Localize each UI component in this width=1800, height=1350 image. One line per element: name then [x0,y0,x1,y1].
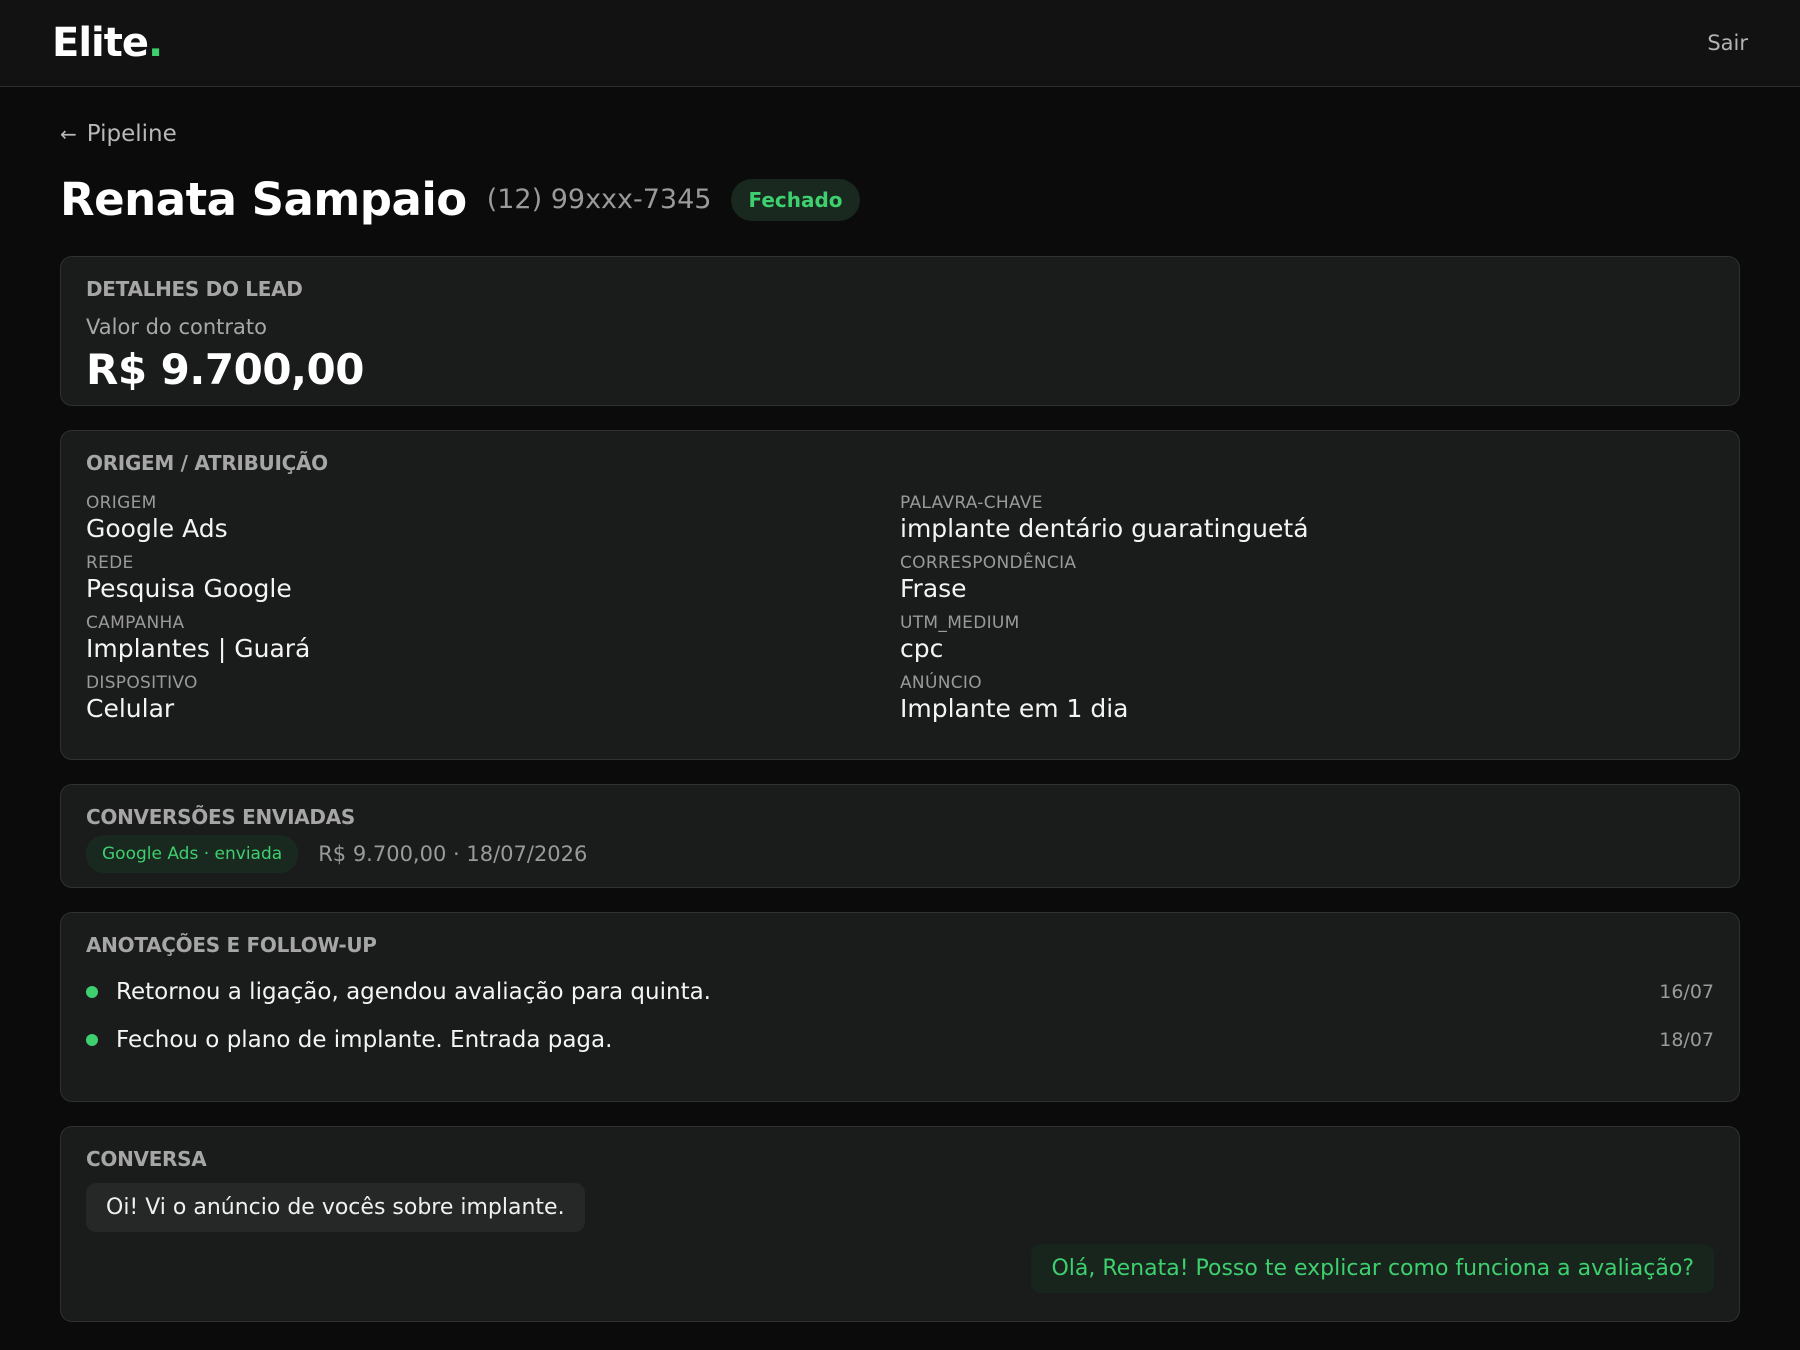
field-value: Pesquisa Google [86,574,292,603]
main-content: ← Pipeline Renata Sampaio (12) 99xxx-734… [0,87,1800,1322]
field-label: REDE [86,553,134,573]
contract-value: R$ 9.700,00 [86,345,364,394]
field-palavra-chave: PALAVRA-CHAVE implante dentário guaratin… [900,493,1714,543]
note-text: Fechou o plano de implante. Entrada paga… [116,1027,613,1053]
field-value: Google Ads [86,514,228,543]
field-rede: REDE Pesquisa Google [86,553,900,603]
field-label: PALAVRA-CHAVE [900,493,1043,513]
incoming-message: Oi! Vi o anúncio de vocês sobre implante… [86,1183,585,1232]
field-correspondencia: CORRESPONDÊNCIA Frase [900,553,1714,603]
field-label: UTM_MEDIUM [900,613,1020,633]
card-title: DETALHES DO LEAD [86,277,303,301]
lead-details-card: DETALHES DO LEAD Valor do contrato R$ 9.… [60,256,1740,406]
lead-phone: (12) 99xxx-7345 [486,184,712,215]
note-date: 16/07 [1659,981,1714,1003]
conversions-card: CONVERSÕES ENVIADAS Google Ads · enviada… [60,784,1740,888]
field-anuncio: ANÚNCIO Implante em 1 dia [900,673,1714,723]
contract-value-label: Valor do contrato [86,315,267,339]
bullet-dot-icon [86,986,98,998]
outgoing-message: Olá, Renata! Posso te explicar como func… [1031,1244,1714,1293]
card-title: ANOTAÇÕES E FOLLOW-UP [86,933,377,957]
conversion-status-badge: Google Ads · enviada [86,835,299,873]
card-title: CONVERSÕES ENVIADAS [86,805,355,829]
field-label: DISPOSITIVO [86,673,198,693]
card-title: CONVERSA [86,1147,207,1171]
conversion-item: Google Ads · enviada R$ 9.700,00 · 18/07… [86,835,1714,873]
field-dispositivo: DISPOSITIVO Celular [86,673,900,723]
field-label: ORIGEM [86,493,157,513]
bullet-dot-icon [86,1034,98,1046]
field-value: Frase [900,574,967,603]
top-bar: Elite. Sair [0,0,1800,87]
field-label: CORRESPONDÊNCIA [900,553,1077,573]
logo-text: Elite [52,20,149,66]
lead-header: Renata Sampaio (12) 99xxx-7345 Fechado [60,173,1740,226]
note-item: Fechou o plano de implante. Entrada paga… [86,1027,1714,1053]
note-date: 18/07 [1659,1029,1714,1051]
field-value: Implante em 1 dia [900,694,1129,723]
field-label: ANÚNCIO [900,673,982,693]
note-item: Retornou a ligação, agendou avaliação pa… [86,979,1714,1005]
note-content: Fechou o plano de implante. Entrada paga… [86,1027,612,1053]
logo-dot: . [148,20,163,66]
note-content: Retornou a ligação, agendou avaliação pa… [86,979,711,1005]
arrow-left-icon: ← [60,122,77,146]
card-title: ORIGEM / ATRIBUIÇÃO [86,451,328,475]
logout-button[interactable]: Sair [1707,31,1748,55]
logo[interactable]: Elite. [52,20,163,66]
note-text: Retornou a ligação, agendou avaliação pa… [116,979,711,1005]
conversion-meta: R$ 9.700,00 · 18/07/2026 [318,842,588,866]
origin-attribution-card: ORIGEM / ATRIBUIÇÃO ORIGEM Google Ads PA… [60,430,1740,760]
field-value: cpc [900,634,944,663]
back-to-pipeline-link[interactable]: ← Pipeline [60,121,177,147]
notes-card: ANOTAÇÕES E FOLLOW-UP Retornou a ligação… [60,912,1740,1102]
conversation-card: CONVERSA Oi! Vi o anúncio de vocês sobre… [60,1126,1740,1322]
lead-name: Renata Sampaio [60,173,467,226]
field-utm-medium: UTM_MEDIUM cpc [900,613,1714,663]
status-badge: Fechado [731,178,860,221]
field-origem: ORIGEM Google Ads [86,493,900,543]
field-label: CAMPANHA [86,613,185,633]
field-value: Implantes | Guará [86,634,311,663]
attribution-grid: ORIGEM Google Ads PALAVRA-CHAVE implante… [86,493,1714,723]
outgoing-message-row: Olá, Renata! Posso te explicar como func… [86,1244,1714,1293]
back-link-label: Pipeline [86,121,177,147]
field-value: Celular [86,694,175,723]
field-value: implante dentário guaratinguetá [900,514,1309,543]
field-campanha: CAMPANHA Implantes | Guará [86,613,900,663]
